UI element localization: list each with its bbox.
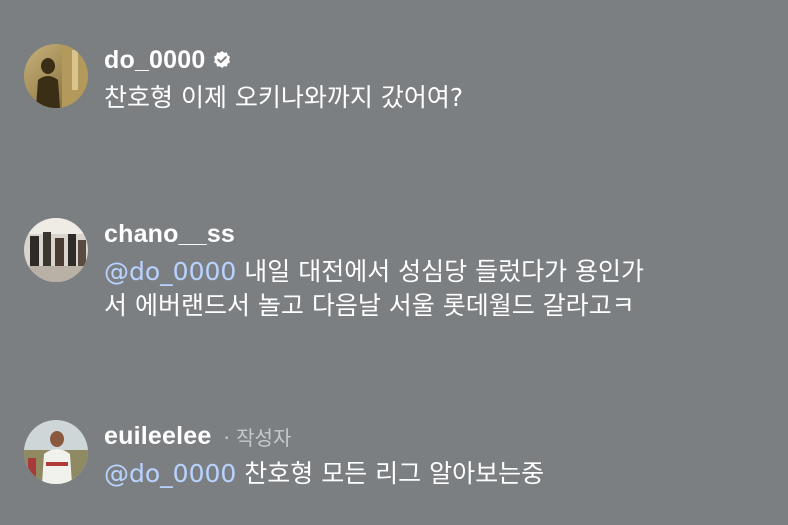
comment-text: @do_0000 내일 대전에서 성심당 들렀다가 용인가 서 에버랜드서 놀고… <box>104 255 768 323</box>
avatar[interactable] <box>24 44 88 108</box>
comment-text-line2: 서 에버랜드서 놀고 다음날 서울 롯데월드 갈라고ㅋ <box>104 291 635 320</box>
avatar[interactable] <box>24 420 88 484</box>
comment-text: @do_0000 찬호형 모든 리그 알아보는중 <box>104 457 768 491</box>
username[interactable]: do_0000 <box>104 46 205 75</box>
comment-text: 찬호형 이제 오키나와까지 갔어여? <box>104 83 464 112</box>
avatar[interactable] <box>24 218 88 282</box>
mention-link[interactable]: @do_0000 <box>104 459 236 488</box>
mention-link[interactable]: @do_0000 <box>104 257 236 286</box>
author-tag: · 작성자 <box>223 425 292 450</box>
verified-badge-icon <box>212 50 232 70</box>
comment-text-line1: 내일 대전에서 성심당 들렀다가 용인가 <box>244 257 645 286</box>
username[interactable]: chano__ss <box>104 220 235 249</box>
comment-text-body: 찬호형 모든 리그 알아보는중 <box>244 459 545 488</box>
username[interactable]: euileelee <box>104 422 211 451</box>
